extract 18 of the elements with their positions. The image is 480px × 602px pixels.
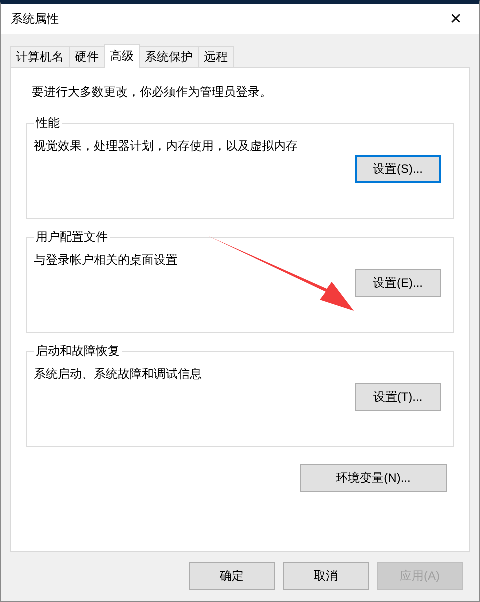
group-title: 用户配置文件 xyxy=(35,229,109,246)
admin-notice: 要进行大多数更改，你必须作为管理员登录。 xyxy=(31,84,273,101)
group-description: 视觉效果，处理器计划，内存使用，以及虚拟内存 xyxy=(34,138,299,155)
close-button[interactable]: ✕ xyxy=(433,4,479,34)
group-description: 系统启动、系统故障和调试信息 xyxy=(34,366,203,383)
dialog-button[interactable]: 取消 xyxy=(283,562,369,590)
group-description: 与登录帐户相关的桌面设置 xyxy=(34,252,179,269)
tab[interactable]: 计算机名 xyxy=(10,46,70,67)
tab[interactable]: 远程 xyxy=(198,46,234,67)
group-title: 启动和故障恢复 xyxy=(35,343,121,360)
group-title: 性能 xyxy=(34,115,61,132)
environment-variables-button[interactable]: 环境变量(N)... xyxy=(300,464,447,492)
settings-button[interactable]: 设置(S)... xyxy=(355,155,441,183)
dialog-button[interactable]: 确定 xyxy=(189,562,275,590)
settings-button[interactable]: 设置(T)... xyxy=(355,383,441,411)
settings-button[interactable]: 设置(E)... xyxy=(355,269,441,297)
tab[interactable]: 高级 xyxy=(104,44,140,68)
window-title: 系统属性 xyxy=(11,10,59,28)
